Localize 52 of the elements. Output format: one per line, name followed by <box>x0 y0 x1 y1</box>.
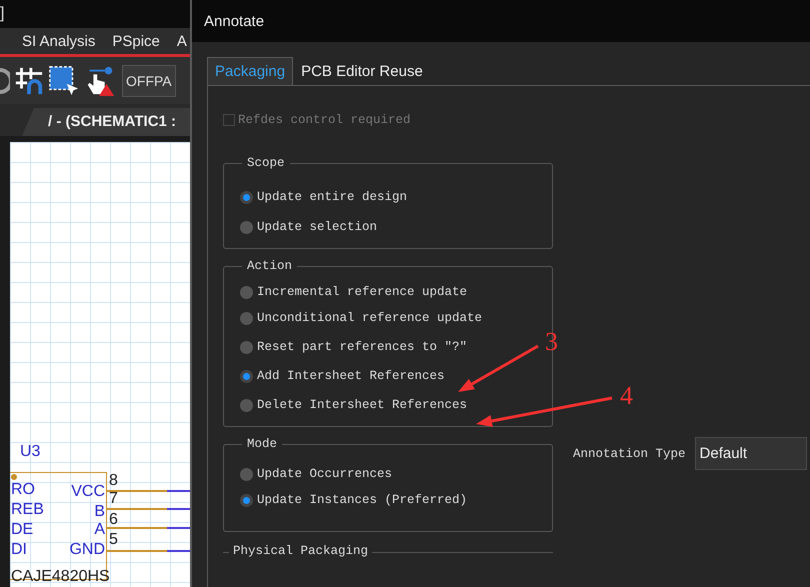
selection-icon[interactable] <box>48 64 80 98</box>
pin-label: A <box>94 522 105 538</box>
pin-label: DE <box>11 522 34 538</box>
annotation-type-dropdown[interactable]: Default <box>694 437 807 470</box>
checkbox-label: Refdes control required <box>238 113 411 127</box>
part-reference: U3 <box>20 444 40 460</box>
group-title: Physical Packaging <box>229 544 372 558</box>
radio-button[interactable] <box>240 190 253 204</box>
menu-item[interactable]: PSpice <box>112 32 160 50</box>
pin-one-marker <box>11 474 17 480</box>
radio-label: Update Occurrences <box>257 467 392 481</box>
radio-button[interactable] <box>240 398 253 412</box>
radio-label: Update entire design <box>257 190 408 204</box>
menu-item[interactable]: A <box>176 32 187 50</box>
radio-label: Incremental reference update <box>257 285 468 299</box>
pin-label: REB <box>11 502 44 518</box>
radio-label: Unconditional reference update <box>257 311 482 325</box>
callout-number: 4 <box>620 381 633 410</box>
radio-label: Reset part references to "?" <box>257 340 468 354</box>
menu-item[interactable]: SI Analysis <box>22 32 96 50</box>
field-label: Annotation Type <box>573 446 686 460</box>
radio-button[interactable] <box>240 286 253 298</box>
radio-button[interactable] <box>240 220 253 234</box>
radio-button[interactable] <box>240 370 253 382</box>
pin-number: 8 <box>109 473 118 489</box>
pin-number: 5 <box>109 532 118 548</box>
radio-button[interactable] <box>240 340 253 354</box>
pin-label: DI <box>11 542 27 558</box>
callout-number: 3 <box>545 327 558 356</box>
group-title: Mode <box>246 437 278 451</box>
group-title: Action <box>246 259 294 273</box>
pin-label: RO <box>11 482 35 498</box>
tab[interactable]: PCB Editor Reuse <box>293 57 431 85</box>
pin-number: 7 <box>109 491 118 507</box>
dialog-title: Annotate <box>204 12 264 30</box>
window-title-fragment: ] <box>0 4 4 24</box>
radio-label: Update Instances (Preferred) <box>257 493 468 507</box>
radio-button[interactable] <box>240 468 253 480</box>
radio-label: Update selection <box>257 220 378 234</box>
pin-label: B <box>94 504 105 520</box>
document-tab[interactable]: / - (SCHEMATIC1 : <box>22 108 190 136</box>
group-title: Scope <box>246 156 286 170</box>
pin-label: VCC <box>71 484 105 500</box>
radio-button[interactable] <box>240 494 253 506</box>
tab[interactable]: Packaging <box>207 57 294 85</box>
radio-label: Add Intersheet References <box>257 369 445 383</box>
radio-label: Delete Intersheet References <box>257 398 468 412</box>
pin-label: GND <box>69 542 105 558</box>
pin-number: 6 <box>109 512 118 528</box>
toolbar-field[interactable]: OFFPA <box>122 64 176 96</box>
refresh-icon[interactable] <box>0 66 10 96</box>
radio-button[interactable] <box>240 312 253 324</box>
